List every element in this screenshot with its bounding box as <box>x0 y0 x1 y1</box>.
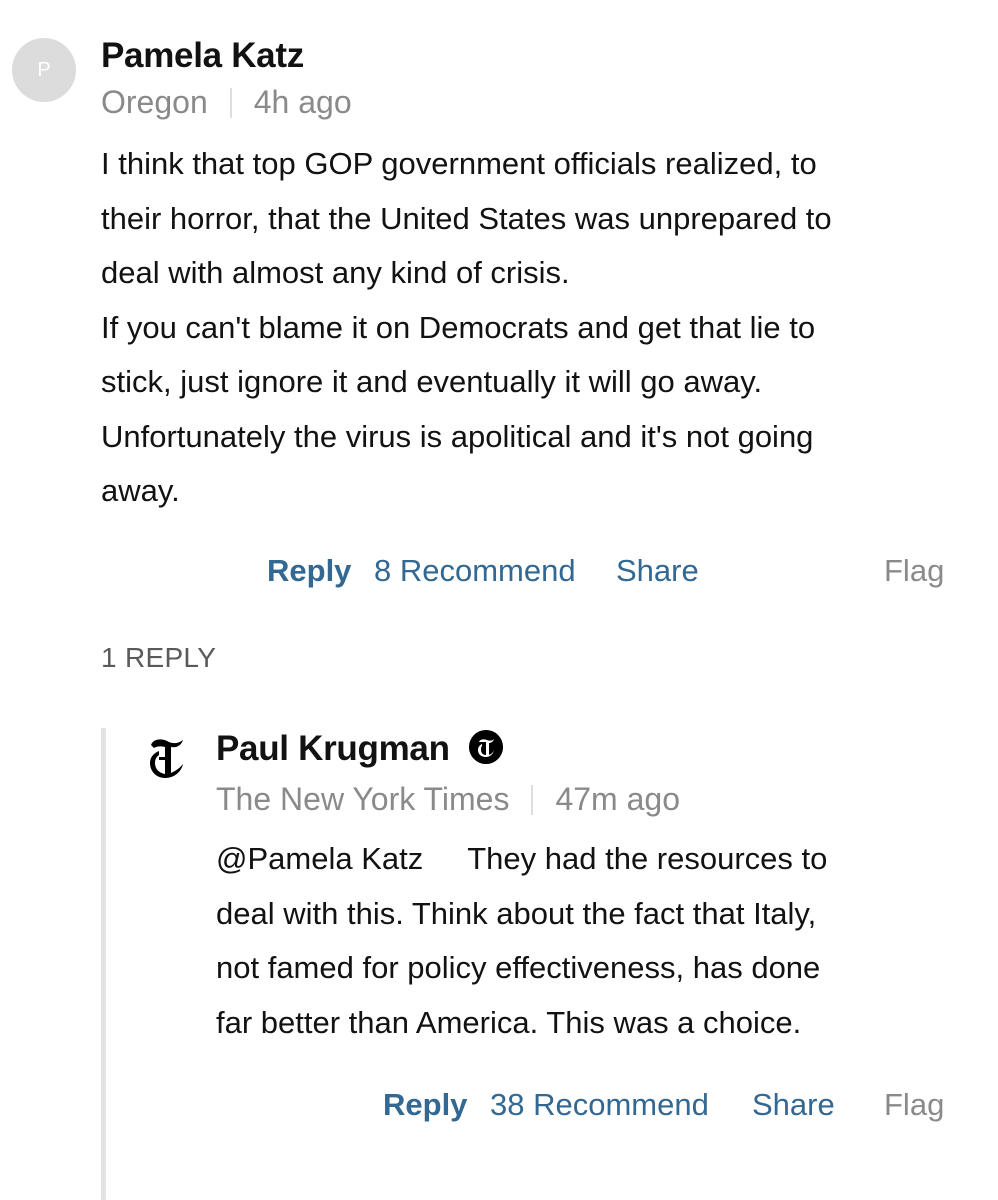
comment-body-line: If you can't blame it on Democrats and g… <box>101 309 816 345</box>
reply-author-name[interactable]: Paul Krugman <box>216 729 450 768</box>
comment-body-line: Unfortunately the virus is apolitical an… <box>101 418 814 454</box>
reply-meta: The New York Times 47m ago <box>216 781 680 818</box>
nyt-badge-icon <box>469 729 504 764</box>
reply-body-line: deal with this. Think about the fact tha… <box>216 895 817 931</box>
reply-body-line: not famed for policy effectiveness, has … <box>216 950 821 985</box>
thread-line <box>101 728 106 1200</box>
flag-button[interactable]: Flag <box>884 1087 944 1123</box>
reply-body-line: @Pamela Katz They had the resources to <box>216 841 828 876</box>
reply-button[interactable]: Reply <box>267 553 351 589</box>
recommend-button[interactable]: 8 Recommend <box>374 553 576 589</box>
comment-body-line: away. <box>101 473 180 508</box>
comment-body: I think that top GOP government official… <box>101 137 832 519</box>
comment-meta: Oregon 4h ago <box>101 84 352 121</box>
replies-count[interactable]: 1 REPLY <box>101 642 216 674</box>
reply-timestamp: 47m ago <box>555 781 680 817</box>
avatar[interactable]: P <box>12 38 76 102</box>
nyt-t-logo-icon <box>150 739 183 778</box>
comment-body-line: I think that top GOP government official… <box>101 146 817 181</box>
comment-body-line: their horror, that the United States was… <box>101 200 832 236</box>
reply-author: Paul Krugman <box>216 729 504 769</box>
reply-button[interactable]: Reply <box>383 1087 467 1123</box>
recommend-button[interactable]: 38 Recommend <box>490 1087 709 1123</box>
reply-body-line: far better than America. This was a choi… <box>216 1004 802 1040</box>
share-button[interactable]: Share <box>616 553 699 589</box>
comment-location: Oregon <box>101 84 208 120</box>
comment-author-name[interactable]: Pamela Katz <box>101 36 304 76</box>
share-button[interactable]: Share <box>752 1087 835 1123</box>
reply-actions: Reply 38 Recommend Share Flag <box>0 1087 998 1127</box>
comment-actions: Reply 8 Recommend Share Flag <box>0 553 998 593</box>
meta-divider <box>229 87 232 118</box>
avatar-initial: P <box>37 58 51 81</box>
comment-body-line: deal with almost any kind of crisis. <box>101 255 570 290</box>
comment-timestamp: 4h ago <box>253 84 352 120</box>
mention-link[interactable]: @Pamela Katz <box>216 841 423 876</box>
reply-body: @Pamela Katz They had the resources to de… <box>216 832 827 1050</box>
comment-body-line: stick, just ignore it and eventually it … <box>101 364 763 399</box>
flag-button[interactable]: Flag <box>884 553 944 589</box>
meta-divider <box>531 784 534 815</box>
reply-affiliation: The New York Times <box>216 781 510 817</box>
